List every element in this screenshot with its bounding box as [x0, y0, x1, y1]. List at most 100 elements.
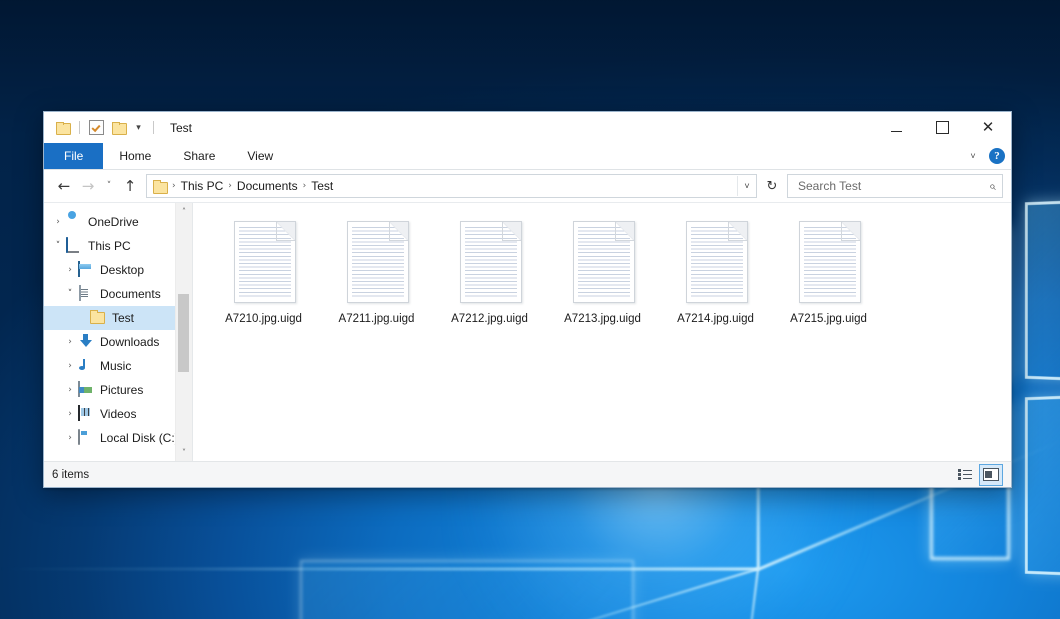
- file-name-label: A7213.jpg.uigd: [564, 312, 641, 326]
- downloads-icon: [78, 334, 94, 350]
- large-icons-view-button[interactable]: [979, 464, 1003, 486]
- ribbon-right-controls: ˅ ?: [963, 143, 1005, 169]
- chevron-right-icon[interactable]: ›: [50, 214, 66, 230]
- chevron-down-icon[interactable]: ˅: [62, 286, 78, 302]
- sidebar-item-local-disk-c[interactable]: › Local Disk (C:): [44, 426, 192, 450]
- file-item[interactable]: A7214.jpg.uigd: [659, 217, 772, 349]
- status-bar: 6 items: [44, 461, 1011, 487]
- tab-file[interactable]: File: [44, 143, 103, 169]
- back-button[interactable]: ←: [52, 174, 76, 198]
- sidebar-item-label: Test: [112, 311, 134, 325]
- breadcrumb-this-pc[interactable]: This PC: [177, 179, 228, 193]
- sidebar-item-downloads[interactable]: › Downloads: [44, 330, 192, 354]
- documents-icon: [78, 286, 94, 302]
- details-view-icon: [958, 469, 972, 480]
- wallpaper-pane: [300, 560, 634, 619]
- sidebar-item-label: Desktop: [100, 263, 144, 277]
- file-explorer-window: ▾ Test ✕ File Home Share View ˅ ? ← →: [43, 111, 1012, 488]
- chevron-right-icon[interactable]: ›: [62, 382, 78, 398]
- disk-icon: [78, 430, 94, 446]
- refresh-icon[interactable]: ↻: [761, 175, 783, 197]
- quick-access-toolbar: ▾ Test: [44, 112, 192, 143]
- folder-icon: [90, 310, 106, 326]
- window-body: › OneDrive ˅ This PC › Desktop: [44, 202, 1011, 461]
- chevron-down-icon[interactable]: ▾: [132, 120, 145, 136]
- wallpaper-pane: [1025, 393, 1060, 579]
- tab-home[interactable]: Home: [103, 143, 167, 169]
- breadcrumb-test[interactable]: Test: [307, 179, 337, 193]
- item-count-label: 6 items: [52, 469, 89, 481]
- large-icons-view-icon: [983, 468, 999, 481]
- scrollbar-thumb[interactable]: [178, 294, 189, 372]
- chevron-right-icon[interactable]: ›: [62, 430, 78, 446]
- search-box[interactable]: ⌕: [787, 174, 1003, 198]
- details-view-button[interactable]: [953, 464, 977, 486]
- sidebar-item-label: Music: [100, 359, 131, 373]
- properties-icon[interactable]: [88, 119, 105, 136]
- sidebar-item-label: Local Disk (C:): [100, 431, 179, 445]
- file-item[interactable]: A7211.jpg.uigd: [320, 217, 433, 349]
- chevron-right-icon[interactable]: ›: [62, 406, 78, 422]
- file-item[interactable]: A7215.jpg.uigd: [772, 217, 885, 349]
- up-button[interactable]: ↑: [118, 174, 142, 198]
- file-list-view[interactable]: A7210.jpg.uigd A7211.jpg.uigd: [193, 203, 1011, 461]
- title-bar: ▾ Test ✕: [44, 112, 1011, 143]
- generic-document-icon: [570, 221, 636, 305]
- scroll-up-icon[interactable]: ˄: [176, 203, 192, 220]
- address-bar-tail: ˅: [737, 176, 756, 196]
- chevron-right-icon[interactable]: ›: [62, 358, 78, 374]
- maximize-button[interactable]: [919, 112, 965, 143]
- sidebar-item-documents[interactable]: ˅ Documents: [44, 282, 192, 306]
- folder-icon[interactable]: [54, 119, 71, 136]
- sidebar-item-videos[interactable]: › Videos: [44, 402, 192, 426]
- onedrive-icon: [66, 214, 82, 230]
- sidebar-item-test[interactable]: Test: [44, 306, 192, 330]
- tab-view[interactable]: View: [231, 143, 289, 169]
- qat-separator: [153, 121, 154, 134]
- new-folder-icon[interactable]: [110, 119, 127, 136]
- sidebar-item-label: Downloads: [100, 335, 159, 349]
- file-name-label: A7210.jpg.uigd: [225, 312, 302, 326]
- generic-document-icon: [231, 221, 297, 305]
- sidebar-item-music[interactable]: › Music: [44, 354, 192, 378]
- chevron-right-icon[interactable]: ›: [62, 262, 78, 278]
- file-item[interactable]: A7213.jpg.uigd: [546, 217, 659, 349]
- desktop-icon: [78, 262, 94, 278]
- sidebar-item-pictures[interactable]: › Pictures: [44, 378, 192, 402]
- address-bar[interactable]: › This PC › Documents › Test ˅: [146, 174, 757, 198]
- address-bar-row: ← → ˅ ↑ › This PC › Documents › Test ˅ ↻…: [44, 170, 1011, 202]
- tab-share[interactable]: Share: [167, 143, 231, 169]
- chevron-right-icon[interactable]: ›: [62, 334, 78, 350]
- this-pc-icon: [66, 238, 82, 254]
- close-button[interactable]: ✕: [965, 112, 1011, 143]
- sidebar-item-label: Videos: [100, 407, 136, 421]
- sidebar-item-desktop[interactable]: › Desktop: [44, 258, 192, 282]
- scrollbar-track[interactable]: [176, 220, 192, 444]
- file-item[interactable]: A7212.jpg.uigd: [433, 217, 546, 349]
- minimize-button[interactable]: [873, 112, 919, 143]
- address-dropdown-chevron-down-icon[interactable]: ˅: [737, 176, 756, 196]
- desktop: ▾ Test ✕ File Home Share View ˅ ? ← →: [0, 0, 1060, 619]
- file-item[interactable]: A7210.jpg.uigd: [207, 217, 320, 349]
- generic-document-icon: [457, 221, 523, 305]
- generic-document-icon: [796, 221, 862, 305]
- file-name-label: A7212.jpg.uigd: [451, 312, 528, 326]
- scroll-down-icon[interactable]: ˅: [176, 444, 192, 461]
- sidebar-item-this-pc[interactable]: ˅ This PC: [44, 234, 192, 258]
- navigation-pane-scrollbar[interactable]: ˄ ˅: [175, 203, 192, 461]
- help-icon[interactable]: ?: [989, 148, 1005, 164]
- breadcrumb-documents[interactable]: Documents: [233, 179, 302, 193]
- sidebar-item-label: OneDrive: [88, 215, 139, 229]
- close-icon: ✕: [982, 120, 995, 135]
- sidebar-item-onedrive[interactable]: › OneDrive: [44, 210, 192, 234]
- forward-button[interactable]: →: [76, 174, 100, 198]
- ribbon-tabs: File Home Share View ˅ ?: [44, 143, 1011, 170]
- navigation-pane: › OneDrive ˅ This PC › Desktop: [44, 203, 193, 461]
- videos-icon: [78, 406, 94, 422]
- file-name-label: A7215.jpg.uigd: [790, 312, 867, 326]
- search-input[interactable]: [796, 178, 989, 194]
- chevron-down-icon[interactable]: ˅: [50, 238, 66, 254]
- wallpaper-pane: [1025, 198, 1060, 384]
- recent-locations-button[interactable]: ˅: [100, 174, 118, 198]
- expand-ribbon-chevron-down-icon[interactable]: ˅: [963, 146, 983, 166]
